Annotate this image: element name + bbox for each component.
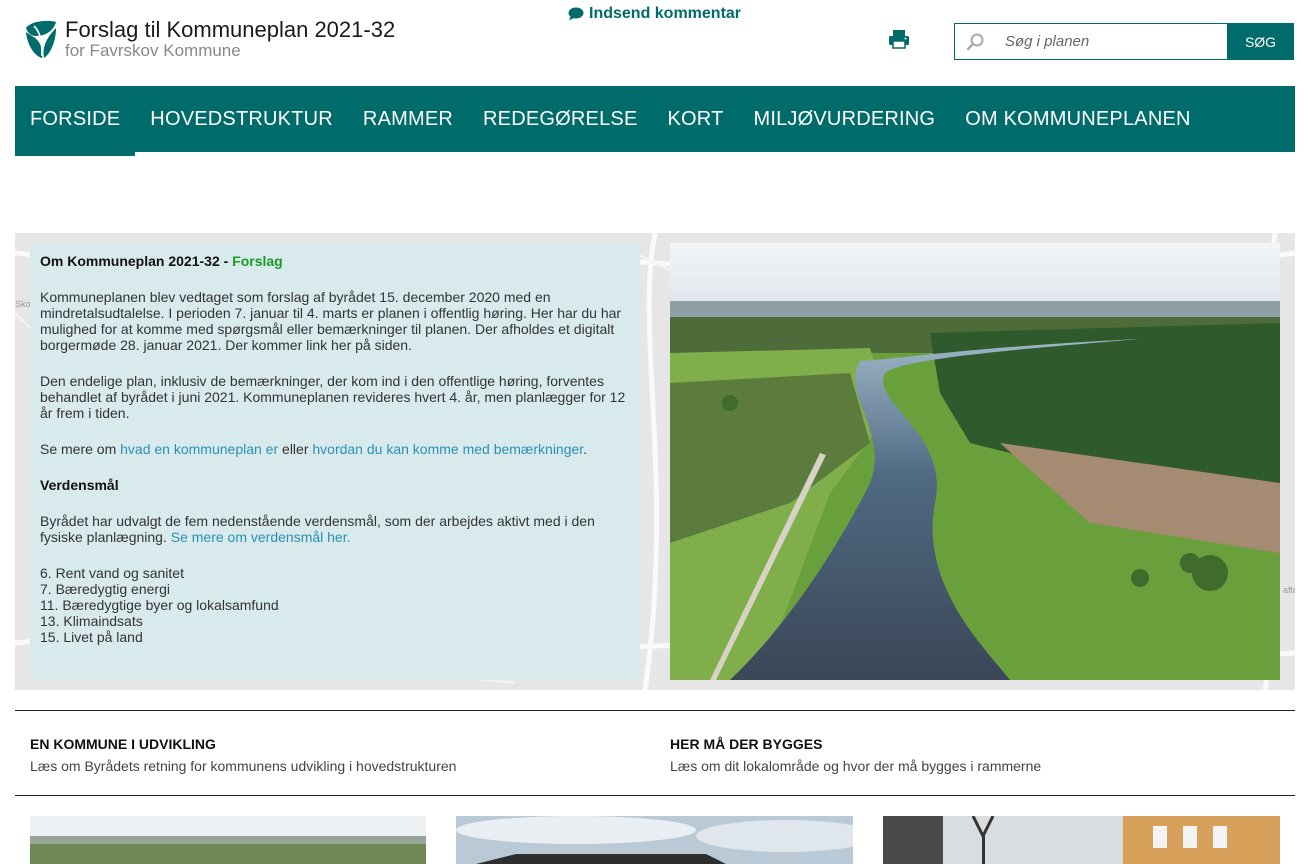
nav-item-forside[interactable]: FORSIDE <box>15 86 136 156</box>
see-more-text: Se mere om <box>40 441 121 457</box>
goal-item: 7. Bæredygtig energi <box>40 581 170 597</box>
see-more-text: . <box>583 441 588 457</box>
intro-box: Om Kommuneplan 2021-32 - Forslag Kommune… <box>30 243 640 680</box>
intro-heading-text: Om Kommuneplan 2021-32 - <box>40 253 233 269</box>
teaser-text-development[interactable]: Læs om Byrådets retning for kommunens ud… <box>30 758 456 774</box>
speech-bubble-icon <box>568 7 584 21</box>
goals-link[interactable]: Se mere om verdensmål her. <box>171 529 351 545</box>
map-label: Sko <box>15 299 31 309</box>
nav-item-redegoerelse[interactable]: REDEGØRELSE <box>468 86 652 152</box>
search-input[interactable] <box>1005 33 1215 50</box>
site-title[interactable]: Forslag til Kommuneplan 2021-32 <box>65 18 395 42</box>
search-box <box>954 23 1227 60</box>
nav-item-miljoevurdering[interactable]: MILJØVURDERING <box>738 86 950 152</box>
town-street-thumbnail[interactable] <box>883 816 1280 864</box>
nav-item-om-kommuneplanen[interactable]: OM KOMMUNEPLANEN <box>950 86 1205 152</box>
goal-item: 13. Klimaindsats <box>40 613 143 629</box>
see-more-text: eller <box>278 441 313 457</box>
intro-paragraph-2: Den endelige plan, inklusiv de bemærknin… <box>40 373 626 421</box>
intro-paragraph-1: Kommuneplanen blev vedtaget som forslag … <box>40 289 622 353</box>
nav-item-hovedstruktur[interactable]: HOVEDSTRUKTUR <box>135 86 348 152</box>
see-more-paragraph: Se mere om hvad en kommuneplan er eller … <box>40 441 630 457</box>
submit-comment-label: Indsend kommentar <box>589 5 742 22</box>
intro-heading: Om Kommuneplan 2021-32 - Forslag <box>40 253 630 269</box>
divider <box>15 795 1295 796</box>
how-to-comment-link[interactable]: hvordan du kan komme med bemærkninger <box>312 441 583 457</box>
search-icon <box>966 33 984 50</box>
site-subtitle: for Favrskov Kommune <box>65 41 241 60</box>
main-nav: FORSIDE HOVEDSTRUKTUR RAMMER REDEGØRELSE… <box>15 86 1295 156</box>
print-icon[interactable] <box>888 28 910 50</box>
teaser-title-building[interactable]: HER MÅ DER BYGGES <box>670 736 822 752</box>
goal-item: 11. Bæredygtige byer og lokalsamfund <box>40 597 279 613</box>
what-is-plan-link[interactable]: hvad en kommuneplan er <box>120 441 278 457</box>
teaser-text-building[interactable]: Læs om dit lokalområde og hvor der må by… <box>670 758 1041 774</box>
search-button[interactable]: SØG <box>1227 23 1294 60</box>
divider <box>15 710 1295 711</box>
map-label: aften <box>1283 585 1295 595</box>
goals-paragraph: Byrådet har udvalgt de fem nedenstående … <box>40 513 630 545</box>
goals-list: 6. Rent vand og sanitet 7. Bæredygtig en… <box>40 565 630 645</box>
submit-comment-link[interactable]: Indsend kommentar <box>568 5 741 23</box>
favrskov-logo-icon[interactable] <box>24 18 58 60</box>
river-aerial-photo <box>670 243 1280 680</box>
landscape-thumbnail[interactable] <box>30 816 426 864</box>
goal-item: 6. Rent vand og sanitet <box>40 565 184 581</box>
nav-item-kort[interactable]: KORT <box>652 86 738 152</box>
teaser-title-development[interactable]: EN KOMMUNE I UDVIKLING <box>30 736 216 752</box>
goals-heading: Verdensmål <box>40 477 119 493</box>
nav-item-rammer[interactable]: RAMMER <box>348 86 468 152</box>
status-label: Forslag <box>232 253 283 269</box>
goal-item: 15. Livet på land <box>40 629 143 645</box>
building-thumbnail[interactable] <box>456 816 853 864</box>
